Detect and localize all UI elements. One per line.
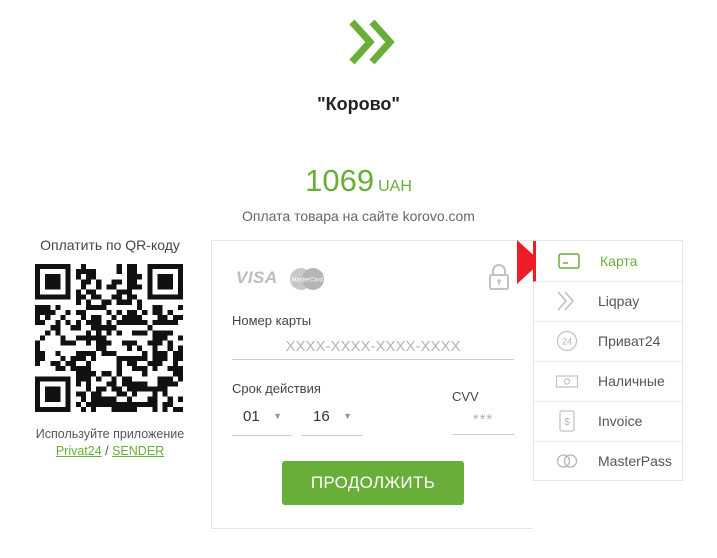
expiry-label: Срок действия	[232, 381, 321, 396]
method-label: Наличные	[598, 373, 665, 389]
method-cash[interactable]: Наличные	[534, 361, 682, 402]
liqpay-logo-icon	[349, 19, 395, 65]
method-label: Invoice	[598, 413, 643, 429]
invoice-icon: $	[559, 410, 575, 432]
privat24-link[interactable]: Privat24	[56, 444, 102, 458]
lock-icon	[489, 264, 509, 290]
visa-logo: VISA	[236, 268, 278, 287]
method-label: Приват24	[598, 333, 661, 349]
method-label: MasterPass	[598, 453, 672, 469]
expiry-month-select[interactable]: 01 ▼	[232, 399, 292, 436]
method-label: Liqpay	[598, 293, 640, 309]
qr-hint: Используйте приложение	[35, 427, 185, 441]
masterpass-icon	[556, 454, 578, 468]
qr-links-separator: /	[101, 444, 113, 458]
qr-app-links: Privat24 / SENDER	[10, 444, 210, 458]
cash-icon	[555, 375, 579, 388]
liqpay-icon	[557, 291, 575, 311]
card-number-input[interactable]	[232, 333, 514, 360]
caret-down-icon: ▼	[343, 411, 352, 421]
method-masterpass[interactable]: MasterPass	[534, 441, 682, 481]
expiry-month-value: 01	[243, 408, 260, 425]
expiry-year-select[interactable]: 16 ▼	[302, 399, 362, 436]
method-invoice[interactable]: $ Invoice	[534, 401, 682, 442]
continue-button[interactable]: ПРОДОЛЖИТЬ	[282, 461, 464, 505]
card-form: VISA MasterCard Номер карты Срок действи…	[211, 240, 533, 529]
qr-code-image	[35, 264, 183, 412]
card-icon	[558, 253, 580, 269]
payment-description: Оплата товара на сайте korovo.com	[242, 208, 475, 224]
privat24-icon: 24	[556, 330, 578, 352]
method-card[interactable]: Карта	[533, 241, 684, 282]
svg-text:$: $	[564, 417, 570, 428]
mastercard-text: MasterCard	[291, 278, 323, 284]
mastercard-logo-icon: MasterCard	[290, 268, 324, 290]
card-number-label: Номер карты	[232, 313, 312, 328]
method-label: Карта	[600, 253, 638, 269]
expiry-year-value: 16	[313, 408, 330, 425]
sender-link[interactable]: SENDER	[112, 444, 164, 458]
amount-currency: UAH	[378, 178, 412, 195]
amount-value: 1069	[305, 163, 375, 198]
method-liqpay[interactable]: Liqpay	[534, 281, 682, 322]
caret-down-icon: ▼	[273, 411, 282, 421]
cvv-input[interactable]	[452, 404, 514, 435]
merchant-name: "Корово"	[317, 94, 400, 114]
cvv-label: CVV	[452, 389, 479, 404]
payment-amount: 1069 UAH	[0, 163, 717, 199]
method-privat24[interactable]: 24 Приват24	[534, 321, 682, 362]
qr-title: Оплатить по QR-коду	[40, 237, 180, 253]
payment-methods-list: Карта Liqpay 24 Приват24 Наличные $ Invo…	[533, 240, 684, 481]
svg-text:24: 24	[562, 337, 572, 347]
